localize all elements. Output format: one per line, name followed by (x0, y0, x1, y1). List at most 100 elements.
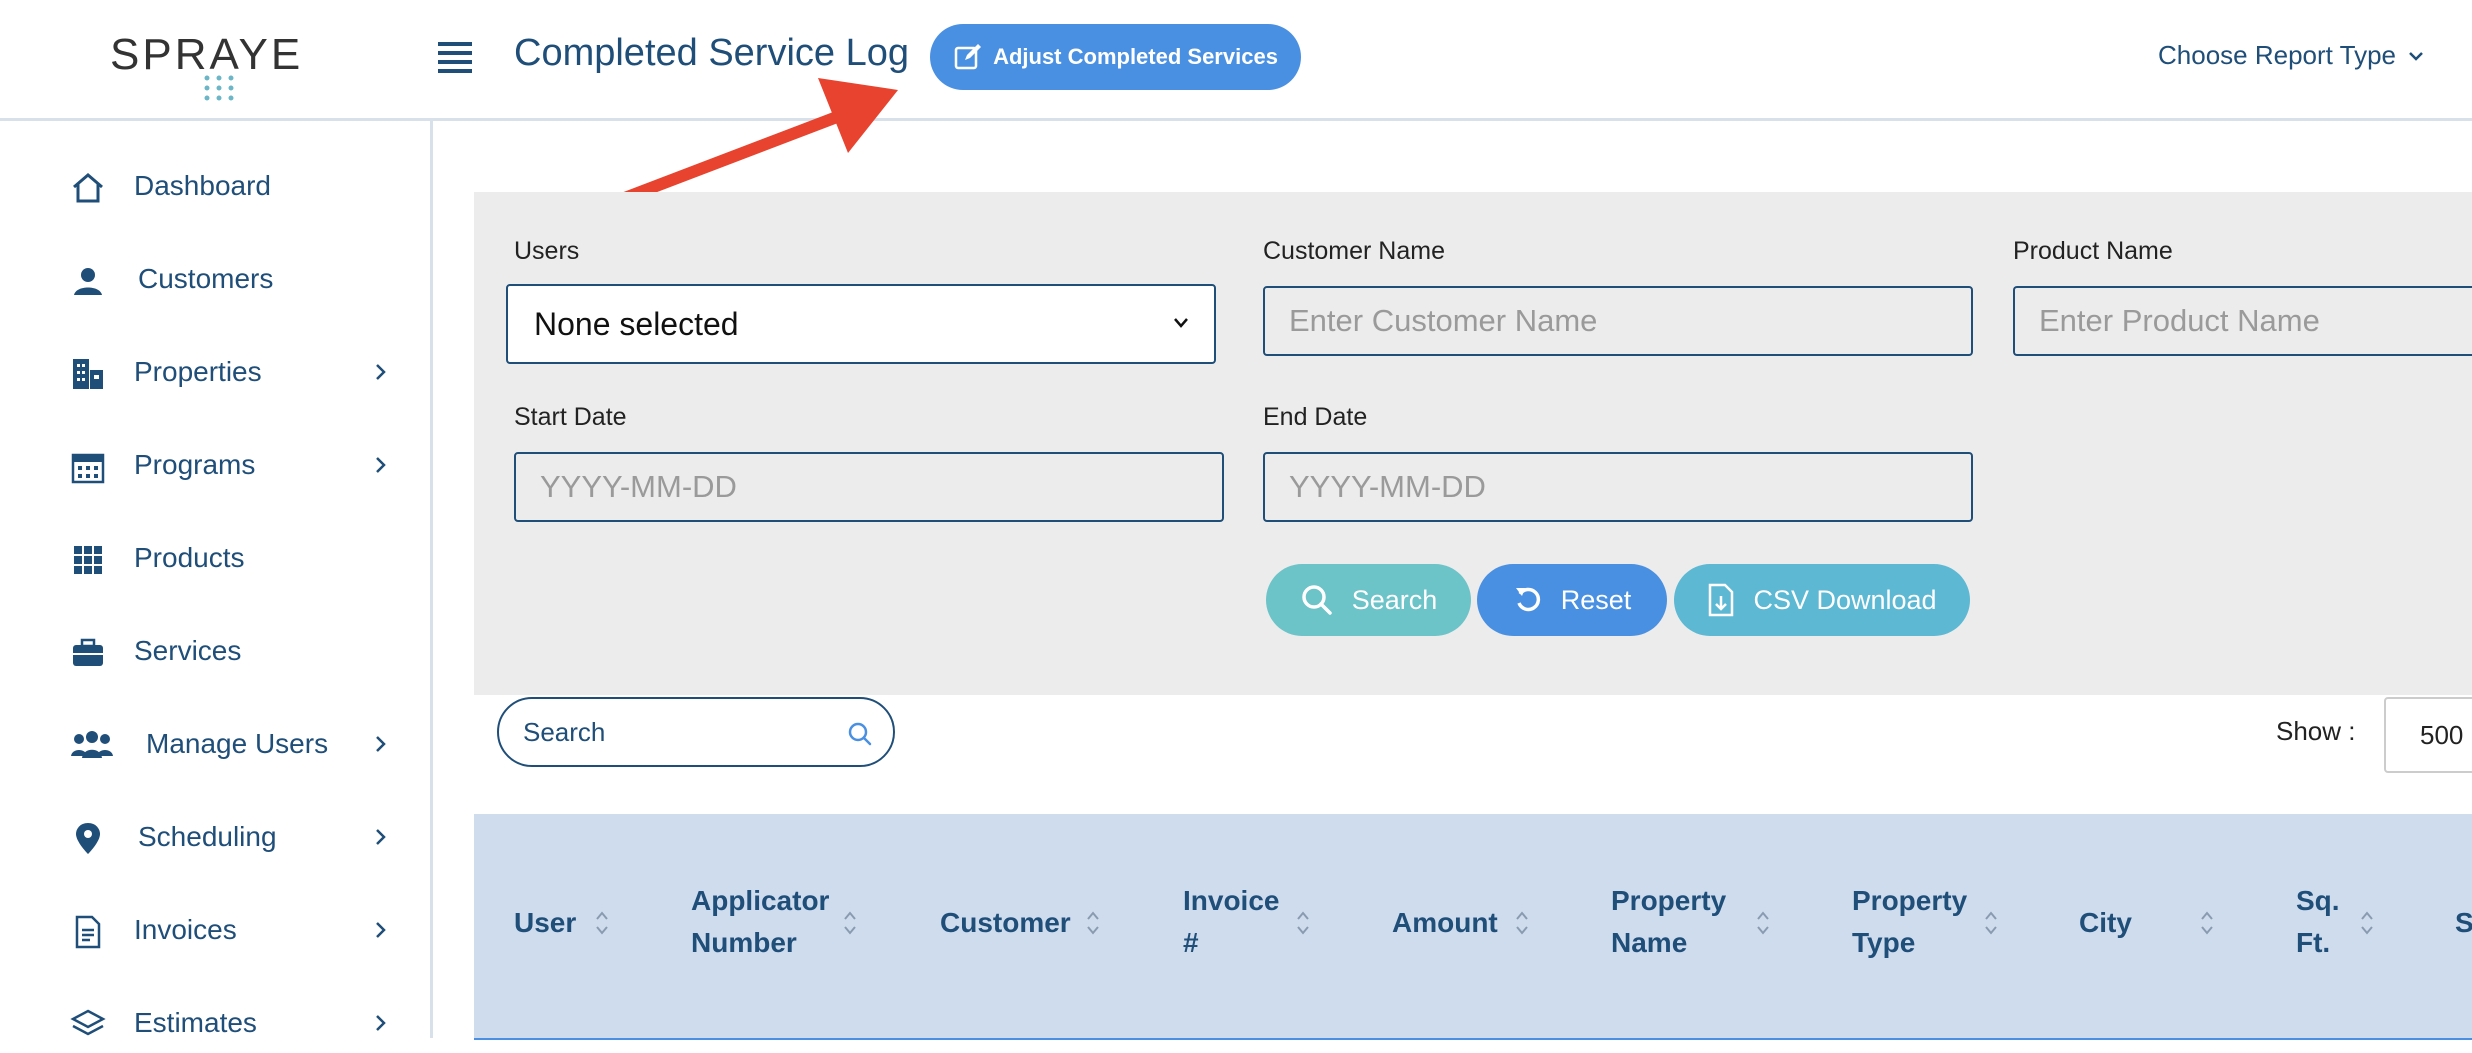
product-name-placeholder: Enter Product Name (2039, 303, 2320, 338)
reset-button-label: Reset (1560, 584, 1632, 615)
search-button-label: Search (1351, 584, 1438, 615)
table-search-input[interactable]: Search (497, 697, 895, 767)
sidebar-item-products[interactable]: Products (0, 528, 430, 588)
start-date-input[interactable]: YYYY-MM-DD (514, 452, 1224, 522)
sidebar-item-label: Manage Users (146, 728, 329, 759)
sidebar-item-scheduling[interactable]: Scheduling (0, 807, 430, 867)
customer-name-input[interactable]: Enter Customer Name (1263, 286, 1973, 356)
sidebar-item-services[interactable]: Services (0, 621, 430, 681)
calendar-icon (71, 453, 105, 484)
sidebar-item-dashboard[interactable]: Dashboard (0, 156, 430, 216)
csv-download-button[interactable]: CSV Download (1674, 564, 1970, 636)
users-select-value: None selected (534, 305, 739, 342)
customer-name-label: Customer Name (1263, 237, 1445, 265)
top-header: SPRAYE Completed Service Log Adjust Comp… (0, 0, 2472, 121)
chevron-down-icon (2409, 51, 2423, 61)
sidebar-item-properties[interactable]: Properties (0, 342, 430, 402)
column-header-line: Type (1852, 927, 1916, 958)
column-header-property-type[interactable]: Property Type (1852, 880, 1967, 964)
column-header-line: Invoice (1183, 885, 1280, 916)
sort-icon[interactable] (1514, 908, 1530, 938)
sort-icon[interactable] (1983, 908, 1999, 938)
undo-icon (1515, 587, 1540, 612)
column-header-line: Sq. (2296, 885, 2340, 916)
column-header-amount[interactable]: Amount (1392, 902, 1498, 944)
sidebar-item-label: Estimates (134, 1007, 257, 1038)
map-pin-icon (76, 823, 100, 854)
sidebar-item-estimates[interactable]: Estimates (0, 993, 430, 1053)
briefcase-icon (73, 638, 103, 666)
chevron-right-icon (376, 1015, 386, 1031)
column-header-customer[interactable]: Customer (940, 902, 1071, 944)
page-title: Completed Service Log (514, 32, 909, 74)
sort-icon[interactable] (2359, 908, 2375, 938)
search-icon (1301, 585, 1332, 615)
table-search-placeholder: Search (523, 716, 606, 747)
hamburger-menu-icon[interactable] (438, 42, 472, 73)
start-date-placeholder: YYYY-MM-DD (540, 469, 737, 504)
column-header-line: Property (1852, 885, 1968, 916)
column-header-line: S (2455, 907, 2472, 938)
sidebar-item-customers[interactable]: Customers (0, 249, 430, 309)
sprayer-logo[interactable]: SPRAYE (110, 30, 300, 105)
sidebar-item-label: Programs (134, 449, 256, 480)
column-header-line: Ft. (2296, 927, 2331, 958)
column-header-line: Number (691, 927, 797, 958)
sidebar-item-label: Dashboard (134, 170, 271, 201)
chevron-right-icon (376, 364, 386, 380)
logo-drops-icon (204, 75, 234, 101)
column-header-user[interactable]: User (514, 902, 576, 944)
sidebar-item-manage-users[interactable]: Manage Users (0, 714, 430, 774)
product-name-label: Product Name (2013, 237, 2173, 265)
end-date-label: End Date (1263, 403, 1368, 431)
column-header-line: # (1183, 927, 1199, 958)
customer-icon (74, 268, 102, 295)
column-header-line: City (2079, 907, 2132, 938)
sort-icon[interactable] (1755, 908, 1771, 938)
end-date-input[interactable]: YYYY-MM-DD (1263, 452, 1973, 522)
logo-text: SPRAYE (110, 30, 304, 79)
chevron-right-icon (376, 922, 386, 938)
file-download-icon (1709, 583, 1734, 617)
column-header-line: Property (1611, 885, 1727, 916)
users-label: Users (514, 237, 580, 265)
chevron-down-icon (1174, 318, 1188, 328)
home-icon (73, 173, 103, 203)
sidebar-item-invoices[interactable]: Invoices (0, 900, 430, 960)
document-icon (75, 915, 101, 949)
start-date-label: Start Date (514, 403, 627, 431)
column-header-city[interactable]: City (2079, 902, 2132, 944)
adjust-completed-services-button[interactable]: Adjust Completed Services (930, 24, 1301, 90)
show-entries-select[interactable]: 500 (2384, 697, 2472, 773)
column-header-property-name[interactable]: Property Name (1611, 880, 1726, 964)
users-select[interactable]: None selected (506, 284, 1216, 364)
sidebar-item-label: Invoices (134, 914, 237, 945)
column-header-line: User (514, 907, 577, 938)
sort-icon[interactable] (594, 908, 610, 938)
customer-name-placeholder: Enter Customer Name (1289, 303, 1598, 338)
column-header-applicator-number[interactable]: Applicator Number (691, 880, 829, 964)
product-name-input[interactable]: Enter Product Name (2013, 286, 2472, 356)
edit-icon (954, 44, 982, 70)
column-header-s[interactable]: S (2455, 902, 2472, 944)
report-type-label: Choose Report Type (2158, 40, 2396, 70)
chevron-right-icon (376, 736, 386, 752)
choose-report-type-dropdown[interactable]: Choose Report Type (2158, 40, 2424, 71)
sidebar-item-programs[interactable]: Programs (0, 435, 430, 495)
sort-icon[interactable] (1085, 908, 1101, 938)
reset-button[interactable]: Reset (1477, 564, 1667, 636)
sort-icon[interactable] (842, 908, 858, 938)
column-header-sq-ft[interactable]: Sq. Ft. (2296, 880, 2340, 964)
column-header-invoice[interactable]: Invoice # (1183, 880, 1279, 964)
users-icon (71, 731, 113, 758)
search-button[interactable]: Search (1266, 564, 1471, 636)
sort-icon[interactable] (2199, 908, 2215, 938)
sidebar-nav: Dashboard Customers Properties Programs (0, 121, 433, 1038)
sidebar-item-label: Customers (138, 263, 274, 294)
sidebar-item-label: Products (134, 542, 245, 573)
column-header-line: Applicator (691, 885, 830, 916)
sort-icon[interactable] (1295, 908, 1311, 938)
adjust-button-label: Adjust Completed Services (993, 44, 1278, 69)
show-entries-label: Show : (2276, 716, 2356, 746)
sidebar-item-label: Properties (134, 356, 262, 387)
